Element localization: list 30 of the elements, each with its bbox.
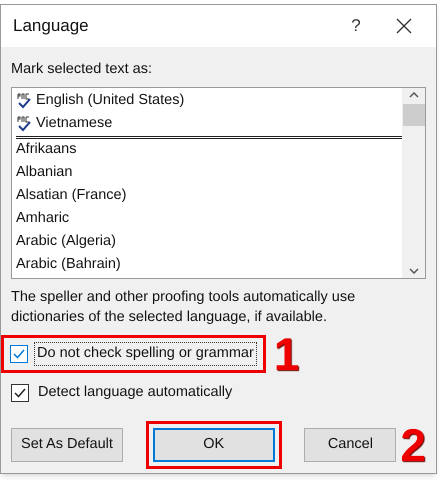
scroll-down-icon[interactable]: [408, 268, 418, 274]
language-item[interactable]: Arabic (Algeria): [16, 231, 116, 254]
checkbox[interactable]: [11, 384, 29, 402]
help-button[interactable]: ?: [336, 13, 376, 39]
checkbox[interactable]: [10, 344, 28, 363]
spellcheck-icon: [16, 93, 32, 110]
list-label: Mark selected text as:: [11, 60, 154, 79]
language-item[interactable]: Arabic (Bahrain): [16, 254, 121, 276]
scroll-up-icon[interactable]: [408, 92, 418, 98]
language-item[interactable]: Alsatian (France): [16, 185, 126, 208]
dialog-button[interactable]: Set As Default: [11, 428, 123, 462]
checkbox-label[interactable]: Detect language automatically: [35, 380, 236, 404]
checkbox-label[interactable]: Do not check spelling or grammar: [34, 342, 257, 366]
window-title: Language: [13, 15, 90, 38]
dialog-button[interactable]: OK: [152, 428, 275, 462]
language-item[interactable]: Albanian: [16, 162, 72, 184]
language-item[interactable]: Amharic: [16, 208, 70, 230]
dialog-button[interactable]: Cancel: [304, 428, 396, 462]
language-item[interactable]: Afrikaans: [16, 139, 76, 162]
close-icon[interactable]: [396, 18, 412, 34]
help-text: The speller and other proofing tools automatically use dictionaries of the selected language, if available.: [11, 288, 356, 327]
annotation-number: 1: [274, 330, 300, 377]
spellcheck-icon: [16, 116, 32, 132]
language-item[interactable]: Vietnamese: [36, 113, 112, 136]
checkmark-icon: [12, 346, 26, 361]
scrollbar[interactable]: [402, 88, 425, 278]
annotation-number: 2: [400, 422, 426, 468]
scroll-thumb[interactable]: [402, 104, 424, 126]
checkmark-icon: [13, 386, 27, 400]
language-item[interactable]: English (United States): [36, 90, 184, 112]
